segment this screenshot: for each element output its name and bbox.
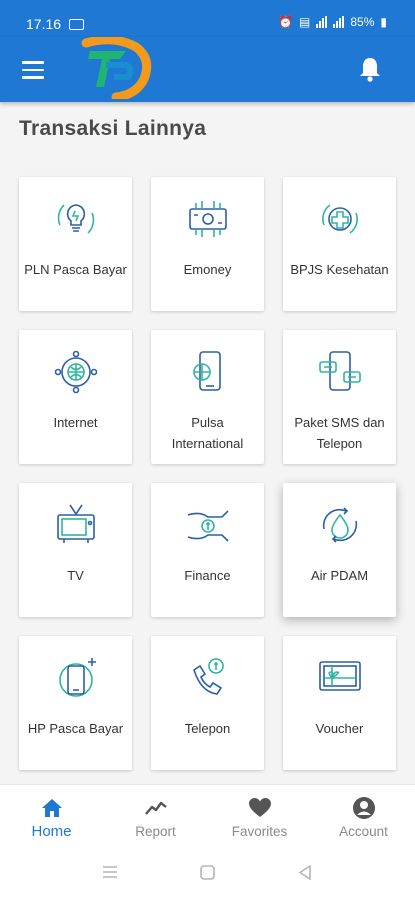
signal-icon-2: [333, 16, 345, 28]
nav-home[interactable]: Home: [0, 785, 103, 847]
status-bar: 17.16 ⏰ ▤ 85% ▮: [0, 0, 415, 37]
service-label: PLN Pasca Bayar: [24, 262, 127, 277]
battery-percent: 85%: [350, 15, 375, 29]
home-button-icon[interactable]: [200, 865, 215, 880]
account-icon: [353, 797, 375, 819]
message-notification-icon: [69, 19, 84, 30]
nav-report[interactable]: Report: [104, 785, 207, 847]
alarm-icon: ⏰: [278, 15, 294, 29]
service-card-paket-sms[interactable]: Paket SMS dan Telepon: [283, 330, 396, 464]
back-icon[interactable]: [298, 865, 312, 880]
service-label: Voucher: [315, 721, 364, 736]
nav-label: Report: [135, 824, 176, 839]
service-card-hp-pasca-bayar[interactable]: HP Pasca Bayar: [19, 636, 132, 770]
service-label: Pulsa International: [171, 415, 244, 451]
service-label: BPJS Kesehatan: [290, 262, 389, 277]
service-card-tv[interactable]: TV: [19, 483, 132, 617]
globe-network-icon: [54, 350, 98, 394]
service-card-air-pdam[interactable]: Air PDAM: [283, 483, 396, 617]
nav-label: Favorites: [231, 824, 288, 839]
tv-icon: [57, 504, 95, 543]
hands-money-icon: [187, 510, 229, 542]
nav-label: Account: [339, 824, 388, 839]
emoney-chip-icon: [189, 201, 227, 237]
telephone-money-icon: [193, 658, 224, 695]
nav-favorites[interactable]: Favorites: [208, 785, 311, 847]
service-card-finance[interactable]: Finance: [151, 483, 264, 617]
health-cross-icon: [322, 204, 358, 234]
service-label: Emoney: [183, 262, 232, 277]
nav-label: Home: [31, 823, 72, 840]
chart-line-icon: [145, 801, 167, 815]
hamburger-menu-icon[interactable]: [22, 61, 44, 79]
service-card-pulsa-international[interactable]: Pulsa International: [151, 330, 264, 464]
service-label: TV: [67, 568, 84, 583]
service-card-bpjs[interactable]: BPJS Kesehatan: [283, 177, 396, 311]
app-logo: [81, 37, 152, 99]
water-drop-icon: [322, 507, 358, 543]
battery-charging-icon: ▮: [380, 15, 387, 29]
service-card-voucher[interactable]: Voucher: [283, 636, 396, 770]
phone-globe-icon: [193, 351, 221, 391]
home-icon: [42, 799, 62, 817]
status-indicators: ⏰ ▤ 85% ▮: [278, 15, 387, 29]
status-time: 17.16: [26, 16, 62, 32]
service-label: HP Pasca Bayar: [27, 721, 124, 736]
service-card-telepon[interactable]: Telepon: [151, 636, 264, 770]
service-label: Finance: [184, 568, 231, 583]
recent-apps-icon[interactable]: [102, 865, 118, 879]
phone-chat-icon: [319, 351, 361, 391]
system-navigation-bar: [0, 846, 415, 900]
gift-voucher-icon: [319, 661, 361, 691]
nav-account[interactable]: Account: [312, 785, 415, 847]
lightbulb-icon: [57, 204, 95, 234]
service-label: Paket SMS dan Telepon: [294, 415, 385, 451]
service-card-emoney[interactable]: Emoney: [151, 177, 264, 311]
service-label: Internet: [53, 415, 98, 430]
smartphone-plus-icon: [59, 658, 96, 697]
vowifi-icon: ▤: [299, 15, 311, 29]
heart-icon: [249, 798, 271, 817]
app-bar: [0, 37, 415, 102]
bottom-navigation: Home Report Favorites Account: [0, 784, 415, 846]
bell-icon[interactable]: [359, 56, 381, 82]
signal-icon: [316, 16, 328, 28]
service-card-pln[interactable]: PLN Pasca Bayar: [19, 177, 132, 311]
service-label: Telepon: [184, 721, 231, 736]
service-card-internet[interactable]: Internet: [19, 330, 132, 464]
page-title: Transaksi Lainnya: [19, 117, 207, 140]
service-label: Air PDAM: [310, 568, 369, 583]
